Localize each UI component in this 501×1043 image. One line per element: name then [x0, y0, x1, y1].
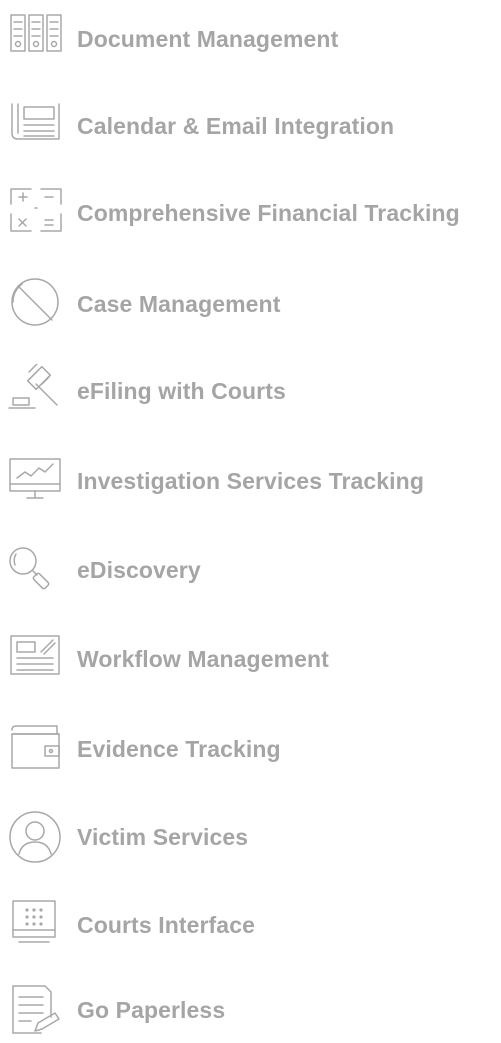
- monitor-chart-icon: [7, 454, 65, 512]
- feature-item-workflow[interactable]: Workflow Management: [0, 632, 501, 692]
- paper-pencil-icon: [7, 983, 65, 1041]
- wallet-icon: [7, 722, 65, 780]
- feature-item-investigation[interactable]: Investigation Services Tracking: [0, 454, 501, 514]
- feature-item-ediscovery[interactable]: eDiscovery: [0, 543, 501, 603]
- feature-label: Workflow Management: [77, 646, 329, 672]
- feature-item-document-management[interactable]: Document Management: [0, 12, 501, 72]
- feature-item-calendar-email[interactable]: Calendar & Email Integration: [0, 99, 501, 159]
- feature-item-financial-tracking[interactable]: Comprehensive Financial Tracking: [0, 186, 501, 246]
- feature-item-efiling[interactable]: eFiling with Courts: [0, 364, 501, 424]
- gavel-icon: [7, 364, 65, 422]
- feature-label: Case Management: [77, 291, 281, 317]
- feature-item-courts-interface[interactable]: Courts Interface: [0, 898, 501, 958]
- feature-label: Document Management: [77, 26, 339, 52]
- document-grid-icon: [7, 12, 65, 70]
- pie-chart-icon: [7, 277, 65, 335]
- feature-item-case-management[interactable]: Case Management: [0, 277, 501, 337]
- calendar-email-icon: [7, 99, 65, 157]
- feature-label: Investigation Services Tracking: [77, 468, 424, 494]
- feature-list: Document Management Calendar & Email Int…: [0, 0, 501, 1038]
- feature-item-victim-services[interactable]: Victim Services: [0, 810, 501, 870]
- feature-label: Victim Services: [77, 824, 249, 850]
- feature-label: Comprehensive Financial Tracking: [77, 200, 460, 226]
- feature-label: Go Paperless: [77, 997, 226, 1023]
- feature-item-go-paperless[interactable]: Go Paperless: [0, 983, 501, 1043]
- keypad-icon: [7, 898, 65, 956]
- user-circle-icon: [7, 810, 65, 868]
- feature-label: Courts Interface: [77, 912, 255, 938]
- edit-document-icon: [7, 632, 65, 690]
- feature-label: eDiscovery: [77, 557, 201, 583]
- feature-item-evidence[interactable]: Evidence Tracking: [0, 722, 501, 782]
- magnifier-icon: [7, 543, 65, 601]
- calculator-icon: [7, 186, 65, 244]
- feature-label: Evidence Tracking: [77, 736, 281, 762]
- feature-label: eFiling with Courts: [77, 378, 286, 404]
- feature-label: Calendar & Email Integration: [77, 113, 395, 139]
